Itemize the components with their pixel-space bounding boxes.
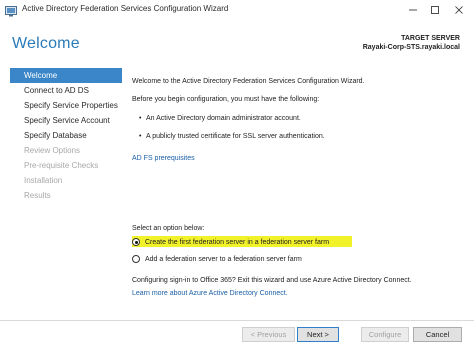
nav-item-database[interactable]: Specify Database — [10, 128, 122, 143]
before-begin-text: Before you begin configuration, you must… — [132, 96, 320, 103]
nav-item-results: Results — [24, 191, 51, 200]
option-add-server[interactable]: Add a federation server to a federation … — [132, 255, 302, 263]
nav-item-service-properties[interactable]: Specify Service Properties — [10, 98, 122, 113]
requirement-admin-account: An Active Directory domain administrator… — [139, 115, 301, 122]
footer-divider — [0, 320, 474, 321]
cancel-button[interactable]: Cancel — [413, 327, 462, 342]
configure-button[interactable]: Configure — [361, 327, 409, 342]
nav-item-review-options: Review Options — [24, 146, 81, 155]
nav-item-prereq-checks: Pre-requisite Checks — [24, 161, 99, 170]
nav-item-connect-ad-ds[interactable]: Connect to AD DS — [10, 83, 122, 98]
option-create-first-server[interactable]: Create the first federation server in a … — [132, 238, 329, 246]
intro-text: Welcome to the Active Directory Federati… — [132, 78, 365, 85]
nav-item-installation: Installation — [24, 176, 63, 185]
select-option-label: Select an option below: — [132, 225, 205, 232]
option-add-server-label: Add a federation server to a federation … — [145, 255, 302, 263]
window-title: Active Directory Federation Services Con… — [22, 4, 229, 13]
office365-text: Configuring sign-in to Office 365? Exit … — [132, 277, 412, 284]
app-icon — [5, 4, 17, 17]
radio-create-first-server[interactable] — [132, 238, 140, 246]
target-server-label: TARGET SERVER — [401, 35, 460, 42]
next-button[interactable]: Next > — [297, 327, 339, 342]
wizard-steps-nav: Welcome Connect to AD DS Specify Service… — [10, 68, 122, 203]
maximize-icon[interactable] — [424, 0, 446, 20]
adfs-prerequisites-link[interactable]: AD FS prerequisites — [132, 155, 195, 162]
minimize-icon[interactable] — [402, 0, 424, 20]
close-icon[interactable] — [448, 0, 470, 20]
nav-item-welcome[interactable]: Welcome — [10, 68, 122, 83]
previous-button[interactable]: < Previous — [242, 327, 295, 342]
target-server-value: Rayaki-Corp-STS.rayaki.local — [362, 44, 460, 51]
title-bar: Active Directory Federation Services Con… — [0, 0, 474, 20]
option-create-first-server-label: Create the first federation server in a … — [145, 238, 330, 246]
nav-item-service-account[interactable]: Specify Service Account — [10, 113, 122, 128]
azure-ad-connect-link[interactable]: Learn more about Azure Active Directory … — [132, 290, 288, 297]
radio-add-server[interactable] — [132, 255, 140, 263]
page-title: Welcome — [12, 35, 80, 52]
requirement-ssl-certificate: A publicly trusted certificate for SSL s… — [139, 133, 325, 140]
